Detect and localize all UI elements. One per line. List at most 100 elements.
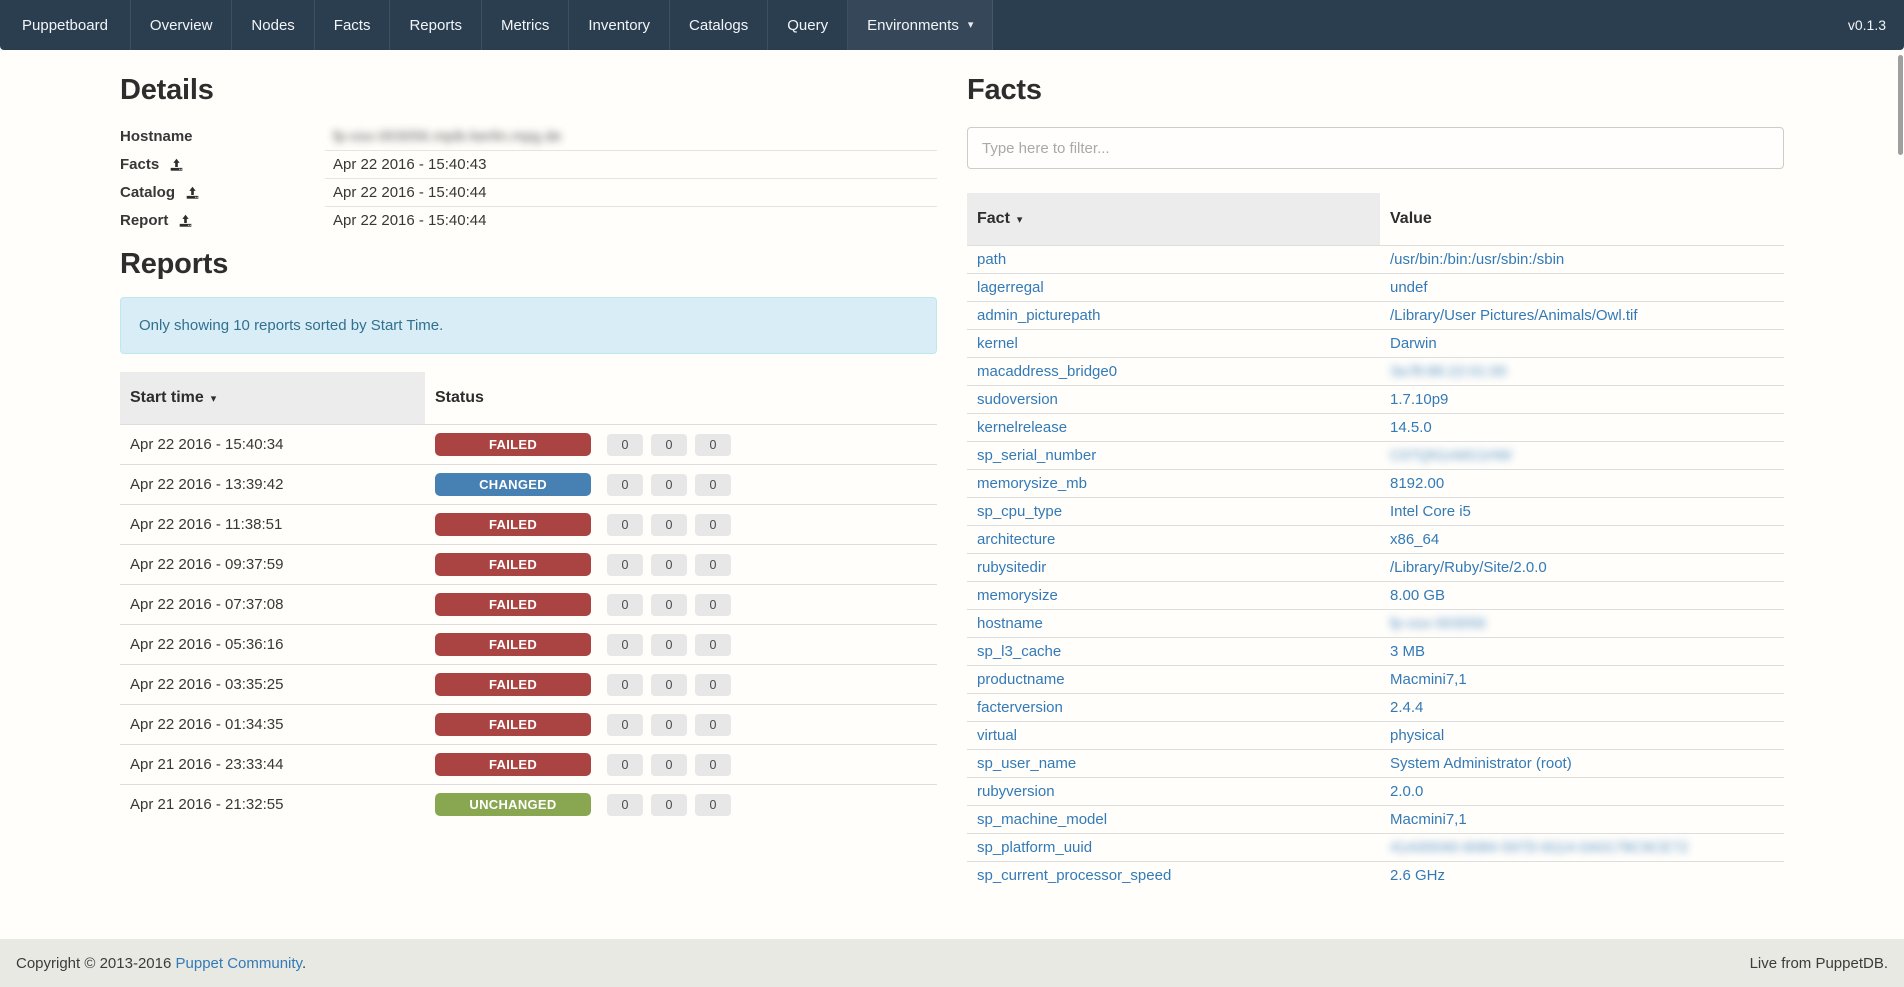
fact-name-link[interactable]: facterversion xyxy=(977,699,1063,716)
count-badge: 0 xyxy=(651,594,687,616)
report-row: Apr 21 2016 - 23:33:44 FAILED 000 xyxy=(120,745,937,785)
fact-value-link[interactable]: 2.6 GHz xyxy=(1390,867,1445,884)
navbar-item[interactable]: Overview xyxy=(131,0,233,50)
fact-value-link[interactable]: 3a:f9:86:22:01:00 xyxy=(1390,363,1507,380)
fact-value-link[interactable]: /usr/bin:/bin:/usr/sbin:/sbin xyxy=(1390,251,1564,268)
facts-sort-header-fact[interactable]: Fact▾ xyxy=(967,193,1380,246)
fact-name-link[interactable]: sp_machine_model xyxy=(977,811,1107,828)
navbar-item[interactable]: Facts xyxy=(315,0,391,50)
fact-value-link[interactable]: Macmini7,1 xyxy=(1390,811,1467,828)
fact-name-link[interactable]: macaddress_bridge0 xyxy=(977,363,1117,380)
status-badge: FAILED xyxy=(435,713,591,736)
report-start-time: Apr 22 2016 - 13:39:42 xyxy=(120,465,425,505)
detail-row: Hostname fp-osx-003056.mpib-berlin. xyxy=(120,123,937,150)
fact-name-link[interactable]: sp_current_processor_speed xyxy=(977,867,1171,884)
facts-filter-input[interactable] xyxy=(967,127,1784,169)
fact-value-link[interactable]: x86_64 xyxy=(1390,531,1439,548)
navbar-item[interactable]: Catalogs xyxy=(670,0,768,50)
fact-value-link[interactable]: 2.4.4 xyxy=(1390,699,1423,716)
count-badge: 0 xyxy=(651,474,687,496)
facts-header-value[interactable]: Value xyxy=(1380,193,1784,246)
reports-sort-header-start-time[interactable]: Start time▾ xyxy=(120,372,425,425)
version-label: v0.1.3 xyxy=(1830,0,1904,50)
fact-name-link[interactable]: sudoversion xyxy=(977,391,1058,408)
reports-header-status[interactable]: Status xyxy=(425,372,937,425)
navbar-item[interactable]: Inventory xyxy=(569,0,670,50)
fact-name-link[interactable]: admin_picturepath xyxy=(977,307,1100,324)
fact-name-link[interactable]: sp_user_name xyxy=(977,755,1076,772)
fact-name-link[interactable]: kernel xyxy=(977,335,1018,352)
fact-name-link[interactable]: hostname xyxy=(977,615,1043,632)
fact-name-link[interactable]: sp_serial_number xyxy=(977,447,1096,464)
fact-name-link[interactable]: rubyversion xyxy=(977,783,1055,800)
navbar-brand[interactable]: Puppetboard xyxy=(0,0,131,50)
fact-value-link[interactable]: /Library/Ruby/Site/2.0.0 xyxy=(1390,559,1547,576)
fact-value-link[interactable]: 8.00 GB xyxy=(1390,587,1445,604)
fact-value-link[interactable]: Intel Core i5 xyxy=(1390,503,1471,520)
navbar-item[interactable]: Query xyxy=(768,0,848,50)
fact-value-link[interactable]: undef xyxy=(1390,279,1428,296)
fact-name-link[interactable]: sp_platform_uuid xyxy=(977,839,1092,856)
upload-icon xyxy=(169,157,184,172)
navbar-items: Puppetboard Overview Nodes Facts Reports… xyxy=(0,0,993,50)
fact-value-link[interactable]: Darwin xyxy=(1390,335,1437,352)
detail-label: Catalog xyxy=(120,184,175,201)
fact-name-link[interactable]: sp_cpu_type xyxy=(977,503,1062,520)
scrollbar-track[interactable] xyxy=(1898,50,1904,939)
fact-name-link[interactable]: productname xyxy=(977,671,1065,688)
fact-name-link[interactable]: sp_l3_cache xyxy=(977,643,1061,660)
status-badge: FAILED xyxy=(435,513,591,536)
fact-name-link[interactable]: memorysize xyxy=(977,587,1058,604)
fact-value-link[interactable]: 41A00040-6084-597D-8114-0A0178C9CE72 xyxy=(1390,839,1688,856)
report-start-time: Apr 21 2016 - 21:32:55 xyxy=(120,785,425,825)
fact-name-link[interactable]: lagerregal xyxy=(977,279,1044,296)
reports-title: Reports xyxy=(120,248,937,281)
fact-row: architecture x86_64 xyxy=(967,526,1784,554)
count-badge: 0 xyxy=(651,554,687,576)
fact-row: sp_current_processor_speed 2.6 GHz xyxy=(967,862,1784,890)
fact-name-link[interactable]: rubysitedir xyxy=(977,559,1046,576)
status-badge: FAILED xyxy=(435,673,591,696)
fact-value-link[interactable]: 14.5.0 xyxy=(1390,419,1432,436)
navbar: Puppetboard Overview Nodes Facts Reports… xyxy=(0,0,1904,50)
fact-name-link[interactable]: architecture xyxy=(977,531,1055,548)
fact-row: sp_user_name System Administrator (root) xyxy=(967,750,1784,778)
report-row: Apr 22 2016 - 07:37:08 FAILED 000 xyxy=(120,585,937,625)
fact-value-link[interactable]: 3 MB xyxy=(1390,643,1425,660)
navbar-item[interactable]: Nodes xyxy=(232,0,314,50)
fact-row: admin_picturepath /Library/User Pictures… xyxy=(967,302,1784,330)
fact-name-link[interactable]: virtual xyxy=(977,727,1017,744)
navbar-item-environments[interactable]: Environments ▾ xyxy=(848,0,993,50)
status-badge: CHANGED xyxy=(435,473,591,496)
fact-row: path /usr/bin:/bin:/usr/sbin:/sbin xyxy=(967,246,1784,274)
navbar-item[interactable]: Metrics xyxy=(482,0,569,50)
fact-value-link[interactable]: System Administrator (root) xyxy=(1390,755,1572,772)
fact-row: sp_serial_number C07QN1A6G1HW xyxy=(967,442,1784,470)
reports-info-alert: Only showing 10 reports sorted by Start … xyxy=(120,297,937,354)
fact-row: memorysize 8.00 GB xyxy=(967,582,1784,610)
fact-value-link[interactable]: /Library/User Pictures/Animals/Owl.tif xyxy=(1390,307,1638,324)
fact-name-link[interactable]: memorysize_mb xyxy=(977,475,1087,492)
fact-row: sudoversion 1.7.10p9 xyxy=(967,386,1784,414)
report-row: Apr 22 2016 - 11:38:51 FAILED 000 xyxy=(120,505,937,545)
fact-value-link[interactable]: 1.7.10p9 xyxy=(1390,391,1448,408)
fact-value-link[interactable]: physical xyxy=(1390,727,1444,744)
report-row: Apr 22 2016 - 01:34:35 FAILED 000 xyxy=(120,705,937,745)
puppet-community-link[interactable]: Puppet Community xyxy=(176,955,302,972)
status-badge: FAILED xyxy=(435,553,591,576)
fact-value-link[interactable]: 2.0.0 xyxy=(1390,783,1423,800)
fact-name-link[interactable]: kernelrelease xyxy=(977,419,1067,436)
fact-name-link[interactable]: path xyxy=(977,251,1006,268)
report-start-time: Apr 22 2016 - 15:40:34 xyxy=(120,425,425,465)
report-start-time: Apr 22 2016 - 01:34:35 xyxy=(120,705,425,745)
fact-value-link[interactable]: C07QN1A6G1HW xyxy=(1390,447,1512,464)
scrollbar-thumb[interactable] xyxy=(1898,55,1903,155)
count-badge: 0 xyxy=(695,434,731,456)
fact-value-link[interactable]: 8192.00 xyxy=(1390,475,1444,492)
fact-value-link[interactable]: fp-osx-003056 xyxy=(1390,615,1486,632)
detail-value: Apr 22 2016 - 15:40:43 xyxy=(325,150,937,178)
count-badge: 0 xyxy=(607,674,643,696)
count-badge: 0 xyxy=(607,434,643,456)
navbar-item[interactable]: Reports xyxy=(390,0,482,50)
fact-value-link[interactable]: Macmini7,1 xyxy=(1390,671,1467,688)
